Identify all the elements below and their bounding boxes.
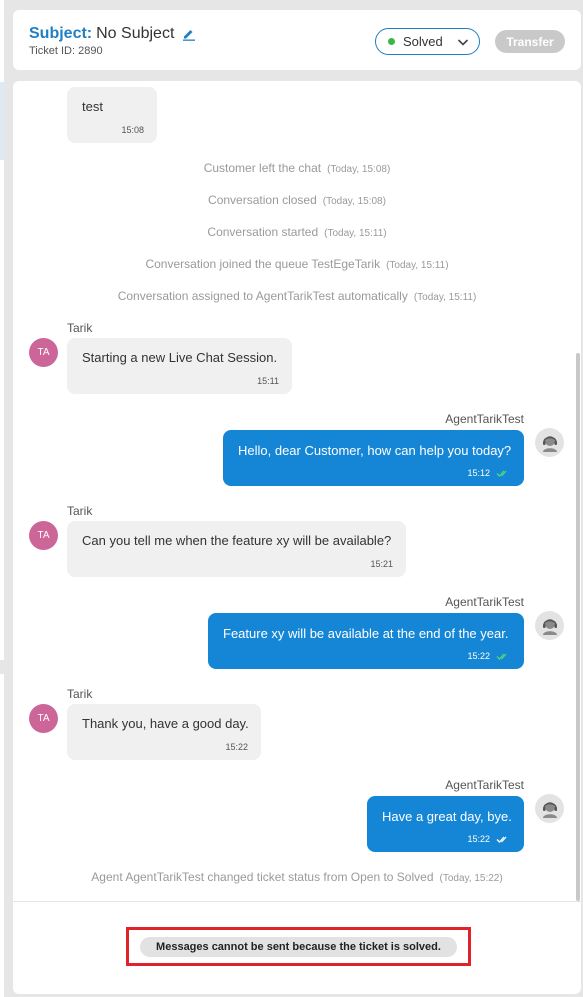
headset-agent-icon xyxy=(535,611,564,640)
system-text: Agent AgentTarikTest changed ticket stat… xyxy=(91,870,434,884)
avatar: TA xyxy=(29,338,58,367)
highlight-frame: Messages cannot be sent because the tick… xyxy=(126,927,471,966)
left-edge-panel-lower xyxy=(0,674,4,997)
message-bubble: Hello, dear Customer, how can help you t… xyxy=(223,430,524,486)
solved-notice: Messages cannot be sent because the tick… xyxy=(140,937,457,957)
system-time: (Today, 15:11) xyxy=(413,292,477,303)
system-time: (Today, 15:08) xyxy=(327,164,391,175)
message-time: 15:22 xyxy=(225,742,248,752)
scrollbar[interactable] xyxy=(576,353,580,901)
message-time-row: 15:22 xyxy=(467,834,510,844)
pencil-icon[interactable] xyxy=(182,27,196,41)
message-time-row: 15:12 xyxy=(467,468,510,478)
system-message: Conversation assigned to AgentTarikTest … xyxy=(13,289,581,303)
message-text: Have a great day, bye. xyxy=(382,809,512,824)
system-time: (Today, 15:11) xyxy=(324,228,387,239)
avatar: TA xyxy=(29,704,58,733)
sender-name: AgentTarikTest xyxy=(445,778,524,792)
system-time: (Today, 15:22) xyxy=(439,873,503,884)
double-check-icon xyxy=(496,835,510,844)
message-time: 15:11 xyxy=(257,376,279,386)
system-message: Agent AgentTarikTest changed ticket stat… xyxy=(13,870,581,884)
message-bubble: Feature xy will be available at the end … xyxy=(208,613,524,669)
message-time: 15:08 xyxy=(121,125,144,135)
message-time: 15:22 xyxy=(467,651,490,661)
left-edge-accent xyxy=(0,82,4,160)
message-time-row: 15:22 xyxy=(467,651,510,661)
message-text: Thank you, have a good day. xyxy=(82,716,249,731)
system-text: Customer left the chat xyxy=(203,161,322,175)
status-label: Solved xyxy=(403,34,443,49)
footer-divider xyxy=(13,901,581,902)
message-text: Hello, dear Customer, how can help you t… xyxy=(238,443,512,458)
system-time: (Today, 15:08) xyxy=(322,196,386,207)
message-text: test xyxy=(82,99,103,114)
ticket-id: Ticket ID: 2890 xyxy=(29,45,103,57)
message-bubble: Have a great day, bye. 15:22 xyxy=(367,796,524,852)
subject-line: Subject: No Subject xyxy=(29,25,196,43)
message-time: 15:22 xyxy=(467,834,490,844)
message-bubble: Starting a new Live Chat Session. 15:11 xyxy=(67,338,292,394)
system-message: Conversation started (Today, 15:11) xyxy=(13,225,581,239)
double-check-icon xyxy=(496,469,510,478)
double-check-icon xyxy=(496,652,510,661)
message-text: Starting a new Live Chat Session. xyxy=(82,350,278,365)
message-bubble: test 15:08 xyxy=(67,87,157,143)
transfer-button[interactable]: Transfer xyxy=(495,30,565,53)
system-message: Customer left the chat (Today, 15:08) xyxy=(13,161,581,175)
sender-name: Tarik xyxy=(67,321,93,335)
message-time: 15:12 xyxy=(467,468,490,478)
headset-agent-icon xyxy=(535,794,564,823)
sender-name: AgentTarikTest xyxy=(445,412,524,426)
message-text: Can you tell me when the feature xy will… xyxy=(82,533,392,548)
system-text: Conversation joined the queue TestEgeTar… xyxy=(145,257,381,271)
system-text: Conversation assigned to AgentTarikTest … xyxy=(117,289,408,303)
system-text: Conversation started xyxy=(207,225,319,239)
system-time: (Today, 15:11) xyxy=(386,260,449,271)
message-time: 15:21 xyxy=(370,559,393,569)
subject-value: No Subject xyxy=(96,25,175,42)
system-text: Conversation closed xyxy=(208,193,317,207)
status-dot xyxy=(388,38,395,45)
sender-name: Tarik xyxy=(67,504,93,518)
ticket-header: Subject: No Subject Ticket ID: 2890 Solv… xyxy=(13,10,581,70)
headset-agent-icon xyxy=(535,428,564,457)
chevron-down-icon xyxy=(457,36,469,48)
system-message: Conversation closed (Today, 15:08) xyxy=(13,193,581,207)
message-bubble: Thank you, have a good day. 15:22 xyxy=(67,704,261,760)
message-bubble: Can you tell me when the feature xy will… xyxy=(67,521,406,577)
system-message: Conversation joined the queue TestEgeTar… xyxy=(13,257,581,271)
message-text: Feature xy will be available at the end … xyxy=(223,626,509,641)
sender-name: AgentTarikTest xyxy=(445,595,524,609)
avatar: TA xyxy=(29,521,58,550)
chat-panel[interactable]: test 15:08 Customer left the chat (Today,… xyxy=(13,81,581,994)
status-select[interactable]: Solved xyxy=(375,28,480,55)
sender-name: Tarik xyxy=(67,687,93,701)
subject-label: Subject: xyxy=(29,25,93,42)
